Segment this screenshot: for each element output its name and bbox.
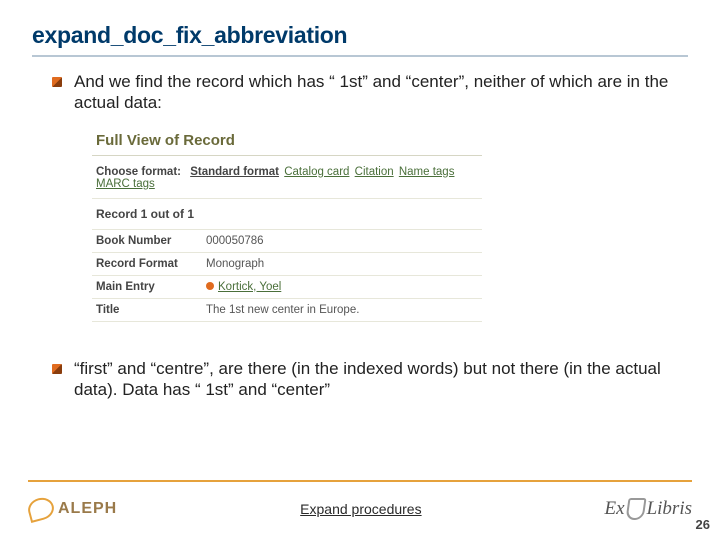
- slide-title: expand_doc_fix_abbreviation: [32, 22, 688, 49]
- bullet-2-text: “first” and “centre”, are there (in the …: [74, 358, 688, 401]
- table-row: Book Number 000050786: [92, 229, 482, 252]
- choose-format-label: Choose format:: [96, 166, 181, 178]
- field-value: Monograph: [202, 252, 482, 275]
- format-selected: Standard format: [190, 166, 279, 178]
- aleph-text: ALEPH: [58, 500, 117, 518]
- title-divider: [32, 55, 688, 57]
- bullet-1: And we find the record which has “ 1st” …: [52, 71, 688, 114]
- record-table: Book Number 000050786 Record Format Mono…: [92, 229, 482, 322]
- field-label: Book Number: [92, 229, 202, 252]
- field-value: The 1st new center in Europe.: [202, 298, 482, 321]
- table-row: Title The 1st new center in Europe.: [92, 298, 482, 321]
- bullet-2: “first” and “centre”, are there (in the …: [52, 358, 688, 401]
- field-label: Record Format: [92, 252, 202, 275]
- main-entry-link[interactable]: Kortick, Yoel: [218, 281, 281, 293]
- record-header: Full View of Record: [92, 126, 482, 156]
- bullet-icon: [52, 77, 62, 87]
- format-link-marc-tags[interactable]: MARC tags: [96, 178, 155, 190]
- aleph-swirl-icon: [26, 495, 57, 523]
- slide-footer: ALEPH Expand procedures Ex Libris 26: [0, 480, 720, 540]
- sfx-dot-icon: [206, 282, 214, 290]
- format-link-citation[interactable]: Citation: [355, 166, 394, 178]
- aleph-logo: ALEPH: [28, 498, 117, 520]
- table-row: Record Format Monograph: [92, 252, 482, 275]
- bullet-1-text: And we find the record which has “ 1st” …: [74, 71, 688, 114]
- field-value: 000050786: [202, 229, 482, 252]
- format-link-name-tags[interactable]: Name tags: [399, 166, 455, 178]
- field-label: Main Entry: [92, 275, 202, 298]
- exlibris-text-b: Libris: [647, 498, 692, 520]
- format-row: Choose format: Standard format Catalog c…: [92, 156, 482, 199]
- page-number: 26: [696, 517, 710, 532]
- field-value: Kortick, Yoel: [202, 275, 482, 298]
- exlibris-glyph-icon: [625, 498, 646, 520]
- exlibris-text-a: Ex: [605, 498, 625, 520]
- bullet-icon: [52, 364, 62, 374]
- exlibris-logo: Ex Libris: [605, 498, 692, 520]
- footer-center-text: Expand procedures: [300, 501, 421, 517]
- table-row: Main Entry Kortick, Yoel: [92, 275, 482, 298]
- record-count: Record 1 out of 1: [92, 199, 482, 225]
- record-panel: Full View of Record Choose format: Stand…: [92, 126, 482, 322]
- format-link-catalog-card[interactable]: Catalog card: [284, 166, 349, 178]
- field-label: Title: [92, 298, 202, 321]
